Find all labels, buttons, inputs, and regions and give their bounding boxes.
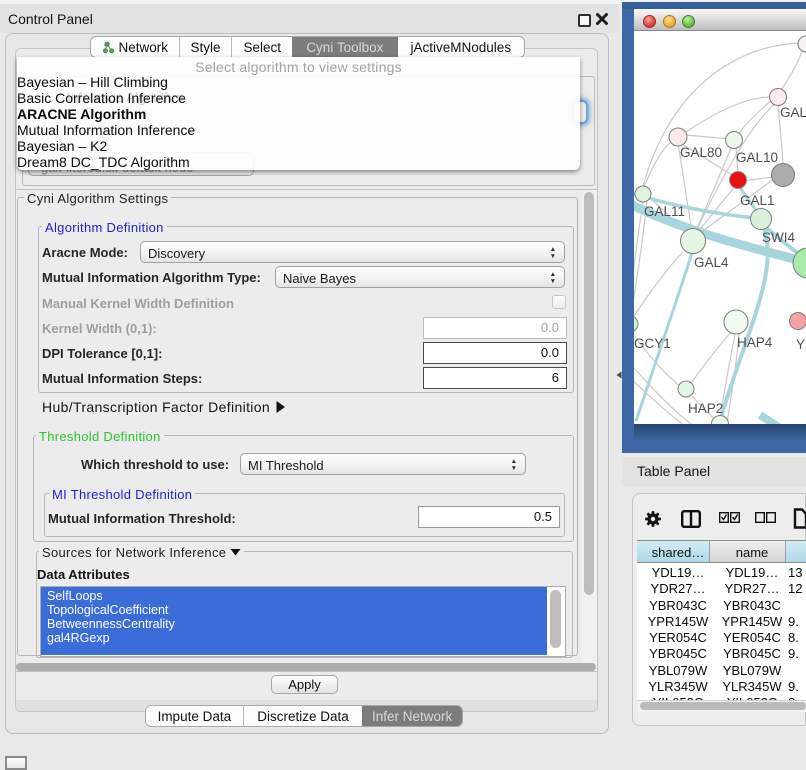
svg-text:GAL4: GAL4 xyxy=(694,255,729,270)
svg-text:SWI4: SWI4 xyxy=(762,230,795,245)
svg-text:GAL80: GAL80 xyxy=(680,145,722,160)
svg-text:GCY1: GCY1 xyxy=(634,336,671,351)
svg-text:GAL11: GAL11 xyxy=(644,204,685,219)
svg-text:YK: YK xyxy=(796,337,806,352)
svg-text:HAP2: HAP2 xyxy=(688,401,723,416)
svg-text:GAL1: GAL1 xyxy=(740,193,775,208)
svg-text:GAL10: GAL10 xyxy=(736,150,778,165)
svg-text:HAP4: HAP4 xyxy=(737,335,773,350)
svg-text:GAL7: GAL7 xyxy=(780,105,806,120)
